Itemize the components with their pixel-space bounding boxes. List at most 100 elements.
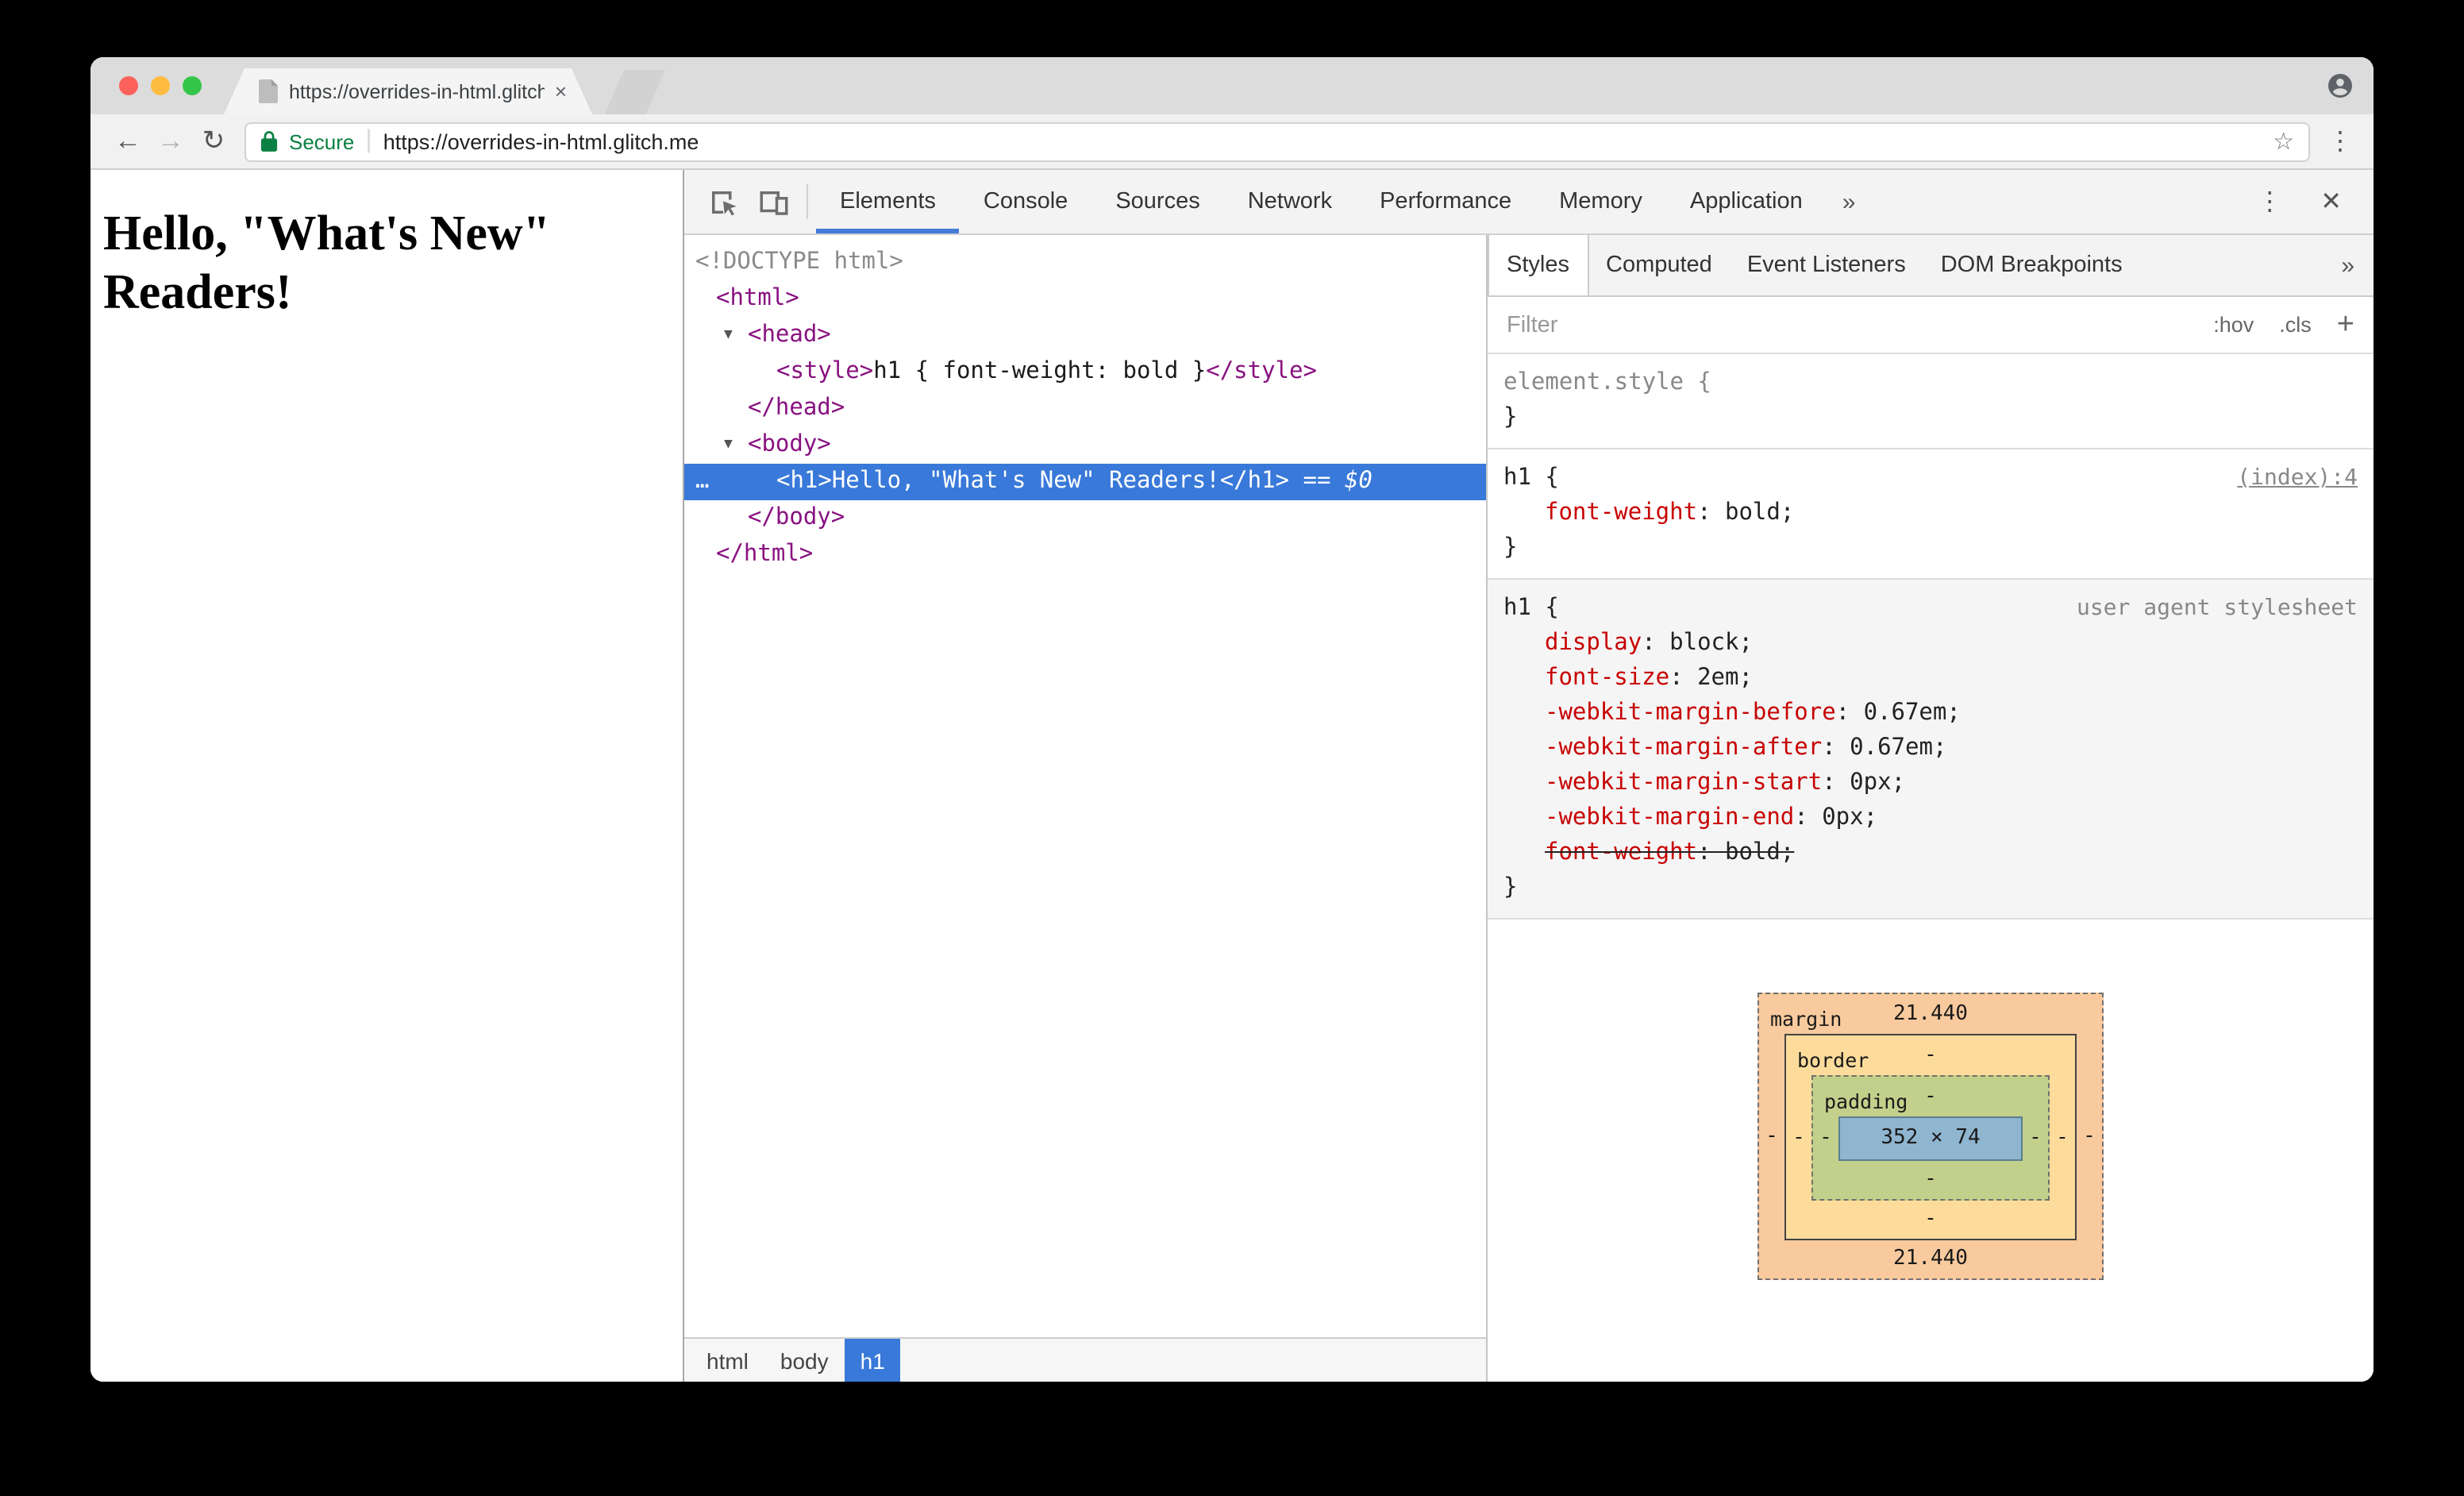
dom-tree-node[interactable]: ▼ <head> [684,318,1486,354]
css-property[interactable]: -webkit-margin-before: 0.67em; [1503,696,2358,731]
border-bottom-value[interactable]: - [1786,1201,2075,1239]
dom-tree-node[interactable]: <style>h1 { font-weight: bold }</style> [684,354,1486,391]
toggle-element-state-button[interactable]: :hov [2213,313,2254,337]
css-property[interactable]: -webkit-margin-end: 0px; [1503,800,2358,835]
dom-tree-node[interactable]: <!DOCTYPE html> [684,245,1486,281]
tab-elements[interactable]: Elements [816,170,960,233]
breadcrumb-item-h1[interactable]: h1 [844,1339,901,1382]
devtools-close-icon[interactable]: ✕ [2301,186,2361,218]
margin-bottom-value[interactable]: 21.440 [1759,1240,2102,1278]
more-tabs-icon[interactable]: » [1827,170,1872,233]
sidebar-tab-event-listeners[interactable]: Event Listeners [1730,235,1923,295]
dom-tree-node[interactable]: </html> [684,537,1486,573]
breadcrumb-item-html[interactable]: html [691,1339,764,1382]
dom-tree-node[interactable]: … <h1>Hello, "What's New" Readers!</h1> =… [684,464,1486,500]
url-text[interactable]: https://overrides-in-html.glitch.me [383,129,2262,153]
dom-token: Hello, "What's New" Readers! [831,468,1220,494]
border-left-value[interactable]: - [1786,1120,1811,1155]
border-top-value[interactable]: - [1924,1038,1937,1073]
toolbar-spacer [1871,170,2220,233]
padding-right-value[interactable]: - [2023,1121,2048,1156]
inspect-element-icon[interactable] [697,170,748,233]
css-property[interactable]: display: block; [1503,626,2358,661]
browser-menu-icon[interactable]: ⋮ [2323,125,2358,157]
address-bar[interactable]: Secure | https://overrides-in-html.glitc… [244,121,2310,161]
css-property[interactable]: font-size: 2em; [1503,661,2358,696]
tab-console[interactable]: Console [960,170,1091,233]
box-model-margin[interactable]: margin 21.440 - border - - padding - - 3… [1758,993,2104,1280]
back-button[interactable]: ← [106,125,149,157]
tab-strip: https://overrides-in-html.glitch × [90,57,2374,114]
minimize-window-button[interactable] [151,76,170,95]
url-divider: | [365,127,372,154]
profile-icon[interactable] [2326,71,2354,100]
sidebar-tab-styles[interactable]: Styles [1488,235,1588,295]
dom-token: <h1> [776,468,832,494]
css-rule-close-brace: } [1503,535,1518,561]
css-rule: element.style {} [1488,354,2374,449]
css-selector[interactable]: element.style { [1503,365,1711,400]
sidebar-more-tabs-icon[interactable]: » [2322,235,2374,295]
breadcrumb-item-body[interactable]: body [764,1339,845,1382]
css-property[interactable]: -webkit-margin-start: 0px; [1503,765,2358,800]
close-window-button[interactable] [119,76,138,95]
dom-tree-node[interactable]: </body> [684,500,1486,537]
stylesheet-link[interactable]: (index):4 [2237,461,2358,495]
forward-button[interactable]: → [149,125,192,157]
dom-tree-node[interactable]: ▼ <body> [684,427,1486,464]
content-area: Hello, "What's New" Readers! Elements Con… [90,170,2374,1382]
tab-memory[interactable]: Memory [1535,170,1666,233]
styles-filter-input[interactable]: Filter [1507,312,2188,337]
sidebar-tab-dom-breakpoints[interactable]: DOM Breakpoints [1923,235,2140,295]
css-property-value: bold [1725,840,1781,866]
border-right-value[interactable]: - [2050,1120,2075,1155]
box-model-content[interactable]: 352 × 74 [1838,1116,2023,1161]
sidebar-tab-computed[interactable]: Computed [1588,235,1730,295]
page-heading: Hello, "What's New" Readers! [103,205,551,319]
padding-left-value[interactable]: - [1813,1121,1838,1156]
tab-network[interactable]: Network [1224,170,1356,233]
padding-bottom-value[interactable]: - [1813,1161,2048,1199]
border-label: border [1797,1048,1869,1072]
browser-toolbar: ← → ↻ Secure | https://overrides-in-html… [90,114,2374,170]
margin-top-value[interactable]: 21.440 [1893,997,1968,1031]
dom-token: <body> [748,432,831,457]
margin-left-value[interactable]: - [1759,1120,1784,1155]
tab-application[interactable]: Application [1666,170,1827,233]
dom-token: </html> [716,542,814,567]
css-property-name: display [1545,630,1642,656]
dom-tree-node[interactable]: </head> [684,391,1486,427]
box-model-padding[interactable]: padding - - 352 × 74 - - [1811,1075,2050,1201]
css-selector[interactable]: h1 { [1503,461,1559,495]
css-property[interactable]: -webkit-margin-after: 0.67em; [1503,731,2358,765]
css-property-value: block [1669,630,1739,656]
box-model-border[interactable]: border - - padding - - 352 × 74 - - - - [1784,1034,2077,1240]
padding-top-value[interactable]: - [1924,1079,1937,1114]
devtools-panel: Elements Console Sources Network Performance… [683,170,2374,1382]
css-rule: h1 { (index):4 font-weight: bold;} [1488,449,2374,580]
css-property[interactable]: font-weight: bold; [1503,835,2358,870]
margin-right-value[interactable]: - [2077,1120,2102,1155]
tab-close-icon[interactable]: × [555,79,567,103]
tab-sources[interactable]: Sources [1091,170,1223,233]
css-property-value: 0px [1822,805,1864,831]
new-style-rule-button[interactable]: + [2337,310,2354,340]
zoom-window-button[interactable] [183,76,202,95]
tab-title: https://overrides-in-html.glitch [289,80,545,102]
browser-window: https://overrides-in-html.glitch × ← → ↻… [90,57,2374,1382]
expand-arrow-icon[interactable]: ▼ [724,427,748,464]
css-selector[interactable]: h1 { [1503,591,1559,626]
browser-tab[interactable]: https://overrides-in-html.glitch × [224,68,592,114]
css-property-name: -webkit-margin-start [1545,770,1823,796]
new-tab-button[interactable] [605,70,665,114]
dom-tree-node[interactable]: <html> [684,281,1486,318]
css-property[interactable]: font-weight: bold; [1503,495,2358,530]
devtools-menu-icon[interactable]: ⋮ [2238,186,2301,218]
expand-arrow-icon[interactable]: ▼ [724,318,748,354]
stylesheet-origin-label: user agent stylesheet [2076,596,2358,621]
bookmark-star-icon[interactable]: ☆ [2273,127,2294,156]
device-toolbar-icon[interactable] [748,170,799,233]
tab-performance[interactable]: Performance [1356,170,1535,233]
reload-button[interactable]: ↻ [192,125,235,157]
element-classes-button[interactable]: .cls [2279,313,2312,337]
